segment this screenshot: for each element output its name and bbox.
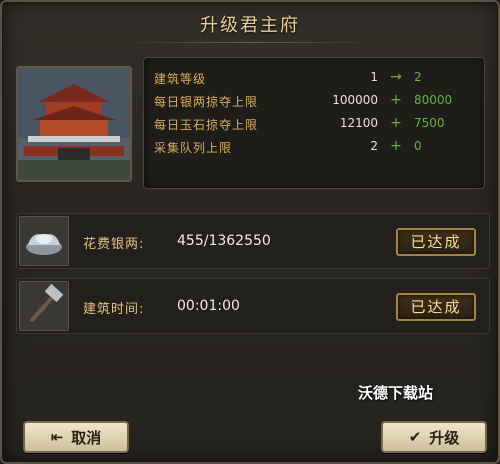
requirement-label: 花费银两: — [83, 237, 145, 252]
arrow-right-icon: → — [390, 69, 402, 85]
exit-icon: ⇤ — [50, 428, 64, 446]
stat-row-silver-plunder: 每日银两掠夺上限 100000 + 80000 — [144, 91, 484, 113]
upgrade-label: 升级 — [429, 428, 460, 447]
cancel-label: 取消 — [71, 428, 102, 447]
hammer-icon — [19, 281, 69, 331]
requirement-build-time: 建筑时间: 00:01:00 已达成 — [16, 278, 490, 334]
stat-current: 1 — [370, 70, 378, 84]
stat-label: 建筑等级 — [154, 72, 207, 86]
title-divider — [122, 42, 378, 43]
stat-row-building-level: 建筑等级 1 → 2 — [144, 68, 484, 90]
requirement-label: 建筑时间: — [83, 302, 145, 317]
dialog-title: 升级君主府 — [200, 15, 300, 36]
upgrade-dialog: 升级君主府 建筑等级 1 → 2 每日银两掠夺上限 100000 + 80000 — [0, 0, 500, 464]
checkmark-icon: ✔ — [408, 428, 422, 446]
stat-current: 12100 — [339, 116, 378, 130]
stat-next: 80000 — [414, 93, 453, 107]
requirement-value: 455/1362550 — [177, 233, 271, 249]
upgrade-button[interactable]: ✔ 升级 — [381, 421, 487, 453]
cancel-button[interactable]: ⇤ 取消 — [23, 421, 129, 453]
stat-row-jade-plunder: 每日玉石掠夺上限 12100 + 7500 — [144, 114, 484, 136]
stat-next: 0 — [414, 139, 422, 153]
plus-icon: + — [390, 115, 402, 131]
requirement-value: 00:01:00 — [177, 298, 240, 314]
palace-thumbnail — [16, 66, 132, 182]
stat-next: 2 — [414, 70, 422, 84]
stat-current: 2 — [370, 139, 378, 153]
stats-panel: 建筑等级 1 → 2 每日银两掠夺上限 100000 + 80000 每日玉石掠… — [143, 57, 485, 189]
stat-label: 每日玉石掠夺上限 — [154, 118, 259, 132]
stat-row-gather-queue: 采集队列上限 2 + 0 — [144, 137, 484, 159]
stat-label: 采集队列上限 — [154, 141, 233, 155]
requirement-silver: 花费银两: 455/1362550 已达成 — [16, 213, 490, 269]
status-badge: 已达成 — [396, 293, 476, 321]
plus-icon: + — [390, 92, 402, 108]
silver-ingot-icon — [19, 216, 69, 266]
status-badge: 已达成 — [396, 228, 476, 256]
plus-icon: + — [390, 138, 402, 154]
stat-current: 100000 — [332, 93, 378, 107]
watermark-text: 沃德下载站 — [358, 384, 434, 402]
stat-next: 7500 — [414, 116, 445, 130]
palace-image — [18, 68, 130, 180]
stat-label: 每日银两掠夺上限 — [154, 95, 259, 109]
